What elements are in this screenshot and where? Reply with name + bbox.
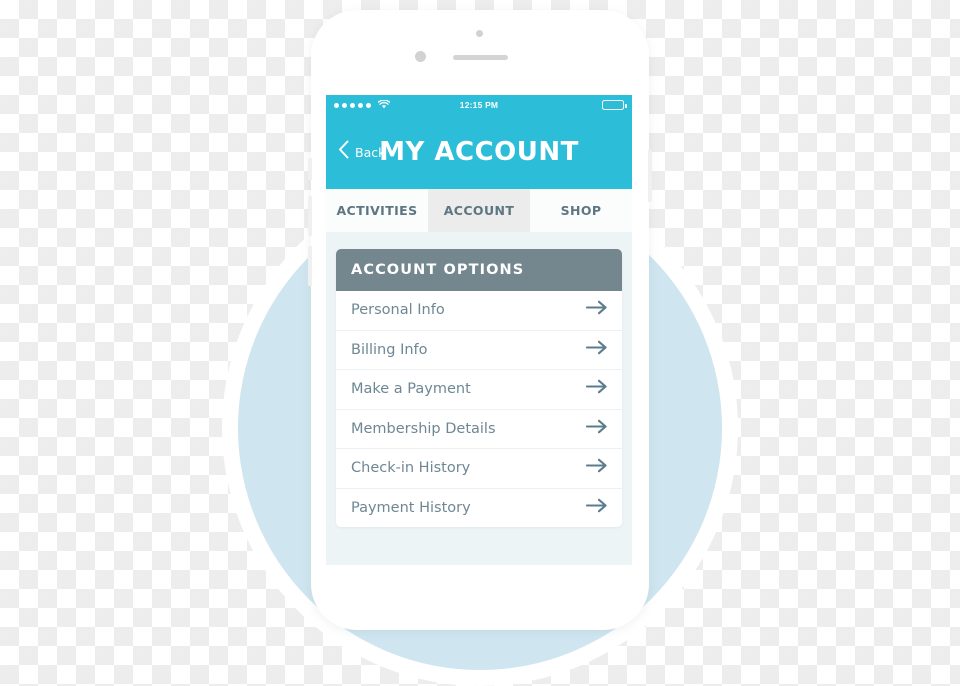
phone-screen: 12:15 PM Back MY ACCOUNT ACTIVITIES ACCO… bbox=[326, 95, 632, 565]
tab-account-label: ACCOUNT bbox=[443, 203, 515, 218]
list-item-personal-info[interactable]: Personal Info bbox=[336, 291, 622, 331]
list-item-payment-history[interactable]: Payment History bbox=[336, 488, 622, 527]
arrow-right-icon bbox=[585, 379, 608, 399]
nav-header: Back MY ACCOUNT bbox=[326, 115, 632, 189]
status-bar-time: 12:15 PM bbox=[459, 100, 499, 110]
list-item-billing-info[interactable]: Billing Info bbox=[336, 330, 622, 370]
status-bar: 12:15 PM bbox=[326, 95, 632, 115]
arrow-right-icon bbox=[585, 498, 608, 518]
arrow-right-icon bbox=[585, 300, 608, 320]
arrow-right-icon bbox=[585, 419, 608, 439]
volume-up-button[interactable] bbox=[308, 196, 312, 236]
list-item-membership-details[interactable]: Membership Details bbox=[336, 409, 622, 449]
back-button[interactable]: Back bbox=[338, 140, 385, 164]
list-item-make-a-payment[interactable]: Make a Payment bbox=[336, 370, 622, 410]
arrow-right-icon bbox=[585, 340, 608, 360]
list-item-check-in-history[interactable]: Check-in History bbox=[336, 449, 622, 489]
phone-mockup: 12:15 PM Back MY ACCOUNT ACTIVITIES ACCO… bbox=[308, 10, 652, 630]
list-item-label: Check-in History bbox=[351, 460, 471, 477]
battery-icon bbox=[602, 100, 627, 110]
tab-activities[interactable]: ACTIVITIES bbox=[326, 189, 428, 232]
power-button[interactable] bbox=[648, 150, 652, 202]
list-item-label: Membership Details bbox=[351, 420, 496, 437]
tab-account[interactable]: ACCOUNT bbox=[428, 189, 530, 232]
chevron-left-icon bbox=[338, 140, 349, 164]
back-button-label: Back bbox=[355, 144, 386, 160]
account-options-header: ACCOUNT OPTIONS bbox=[336, 249, 622, 291]
list-item-label: Payment History bbox=[351, 499, 471, 516]
tab-bar: ACTIVITIES ACCOUNT SHOP bbox=[326, 189, 632, 232]
list-item-label: Personal Info bbox=[351, 302, 445, 319]
account-options-card: ACCOUNT OPTIONS Personal Info Billing In… bbox=[336, 249, 622, 527]
earpiece-speaker-icon bbox=[453, 55, 508, 60]
arrow-right-icon bbox=[585, 458, 608, 478]
proximity-sensor-icon bbox=[476, 30, 483, 37]
tab-activities-label: ACTIVITIES bbox=[336, 203, 418, 218]
tab-shop[interactable]: SHOP bbox=[530, 189, 632, 232]
tab-shop-label: SHOP bbox=[560, 203, 602, 218]
mute-switch[interactable] bbox=[308, 158, 312, 180]
volume-down-button[interactable] bbox=[308, 246, 312, 286]
list-item-label: Make a Payment bbox=[351, 381, 471, 398]
front-camera-icon bbox=[415, 51, 426, 62]
list-item-label: Billing Info bbox=[351, 341, 428, 358]
